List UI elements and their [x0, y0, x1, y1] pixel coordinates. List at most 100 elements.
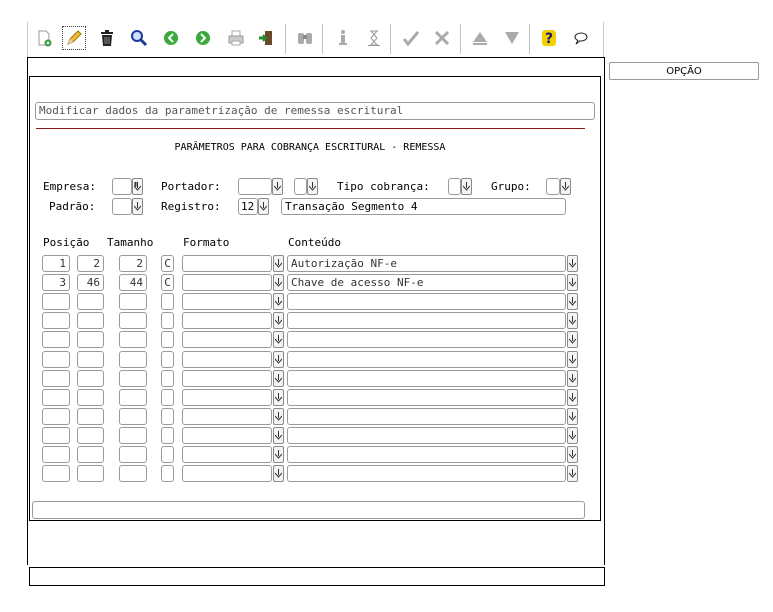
posicao-cell[interactable]: 1 — [42, 255, 70, 272]
portador-sub-dropdown-button[interactable] — [307, 178, 318, 195]
posicao-cell[interactable] — [42, 312, 70, 329]
search-magnifier-icon[interactable] — [127, 26, 151, 50]
formato-dropdown-button[interactable] — [273, 427, 284, 444]
print-icon[interactable] — [224, 26, 248, 50]
new-doc-icon[interactable] — [32, 26, 56, 50]
tipo-cobranca-field[interactable] — [448, 178, 461, 195]
grupo-dropdown-button[interactable] — [560, 178, 571, 195]
formato-cell[interactable] — [182, 351, 272, 368]
tamanho-cell[interactable] — [119, 446, 147, 463]
posicao-cell[interactable] — [42, 465, 70, 482]
tamanho-cell[interactable] — [119, 427, 147, 444]
tipo-cell[interactable]: C — [161, 274, 174, 291]
tipo-cell[interactable] — [161, 312, 174, 329]
formato-dropdown-button[interactable] — [273, 274, 284, 291]
formato-dropdown-button[interactable] — [273, 312, 284, 329]
empresa-field[interactable] — [112, 178, 132, 195]
tamanho-cell[interactable]: 2 — [119, 255, 147, 272]
formato-cell[interactable] — [182, 446, 272, 463]
conteudo-dropdown-button[interactable] — [567, 351, 578, 368]
edit-pencil-icon[interactable] — [62, 26, 86, 50]
fim-cell[interactable] — [77, 331, 104, 348]
tipo-cell[interactable] — [161, 427, 174, 444]
fim-cell[interactable]: 2 — [77, 255, 104, 272]
formato-dropdown-button[interactable] — [273, 446, 284, 463]
opcao-button[interactable]: OPÇÃO — [609, 62, 759, 80]
formato-cell[interactable] — [182, 331, 272, 348]
tamanho-cell[interactable] — [119, 408, 147, 425]
formato-dropdown-button[interactable] — [273, 331, 284, 348]
conteudo-dropdown-button[interactable] — [567, 274, 578, 291]
posicao-cell[interactable] — [42, 427, 70, 444]
exit-door-icon[interactable] — [254, 26, 278, 50]
posicao-cell[interactable] — [42, 446, 70, 463]
conteudo-dropdown-button[interactable] — [567, 312, 578, 329]
conteudo-dropdown-button[interactable] — [567, 465, 578, 482]
tamanho-cell[interactable]: 44 — [119, 274, 147, 291]
formato-dropdown-button[interactable] — [273, 389, 284, 406]
portador-subfield[interactable] — [294, 178, 307, 195]
conteudo-cell[interactable]: Autorização NF-e — [287, 255, 566, 272]
tipo-cell[interactable] — [161, 408, 174, 425]
fim-cell[interactable] — [77, 427, 104, 444]
tipo-cell[interactable] — [161, 389, 174, 406]
conteudo-cell[interactable] — [287, 465, 566, 482]
conteudo-cell[interactable] — [287, 427, 566, 444]
portador-field[interactable] — [238, 178, 272, 195]
fim-cell[interactable] — [77, 351, 104, 368]
formato-dropdown-button[interactable] — [273, 408, 284, 425]
fim-cell[interactable] — [77, 312, 104, 329]
tipo-cell[interactable] — [161, 351, 174, 368]
registro-dropdown-button[interactable] — [258, 198, 269, 215]
fim-cell[interactable] — [77, 465, 104, 482]
last-triangle-icon[interactable] — [500, 26, 524, 50]
tipo-cell[interactable] — [161, 293, 174, 310]
tipo-cell[interactable] — [161, 465, 174, 482]
tipo-cobranca-dropdown-button[interactable] — [461, 178, 472, 195]
conteudo-cell[interactable] — [287, 389, 566, 406]
conteudo-dropdown-button[interactable] — [567, 427, 578, 444]
tamanho-cell[interactable] — [119, 465, 147, 482]
formato-cell[interactable] — [182, 370, 272, 387]
tipo-cell[interactable] — [161, 446, 174, 463]
delete-trash-icon[interactable] — [95, 26, 119, 50]
conteudo-dropdown-button[interactable] — [567, 293, 578, 310]
fim-cell[interactable] — [77, 370, 104, 387]
conteudo-cell[interactable] — [287, 446, 566, 463]
formato-cell[interactable] — [182, 293, 272, 310]
formato-dropdown-button[interactable] — [273, 370, 284, 387]
registro-field[interactable]: 12 — [238, 198, 258, 215]
empresa-dropdown-button[interactable] — [132, 178, 143, 195]
formato-cell[interactable] — [182, 312, 272, 329]
conteudo-cell[interactable] — [287, 293, 566, 310]
posicao-cell[interactable]: 3 — [42, 274, 70, 291]
posicao-cell[interactable] — [42, 370, 70, 387]
binoculars-icon[interactable] — [293, 26, 317, 50]
conteudo-dropdown-button[interactable] — [567, 370, 578, 387]
comment-bubble-icon[interactable] — [569, 26, 593, 50]
formato-cell[interactable] — [182, 274, 272, 291]
first-triangle-icon[interactable] — [468, 26, 492, 50]
tamanho-cell[interactable] — [119, 389, 147, 406]
formato-dropdown-button[interactable] — [273, 351, 284, 368]
tipo-cell[interactable] — [161, 331, 174, 348]
conteudo-cell[interactable] — [287, 331, 566, 348]
posicao-cell[interactable] — [42, 408, 70, 425]
portador-dropdown-button[interactable] — [272, 178, 283, 195]
conteudo-dropdown-button[interactable] — [567, 255, 578, 272]
tipo-cell[interactable] — [161, 370, 174, 387]
formato-dropdown-button[interactable] — [273, 465, 284, 482]
conteudo-cell[interactable]: Chave de acesso NF-e — [287, 274, 566, 291]
fim-cell[interactable] — [77, 293, 104, 310]
grupo-field[interactable] — [546, 178, 560, 195]
tamanho-cell[interactable] — [119, 331, 147, 348]
conteudo-dropdown-button[interactable] — [567, 331, 578, 348]
tipo-cell[interactable]: C — [161, 255, 174, 272]
formato-cell[interactable] — [182, 408, 272, 425]
cancel-x-icon[interactable] — [430, 26, 454, 50]
help-question-icon[interactable]: ? — [537, 26, 561, 50]
conteudo-dropdown-button[interactable] — [567, 446, 578, 463]
conteudo-dropdown-button[interactable] — [567, 389, 578, 406]
formato-cell[interactable] — [182, 389, 272, 406]
fim-cell[interactable] — [77, 408, 104, 425]
